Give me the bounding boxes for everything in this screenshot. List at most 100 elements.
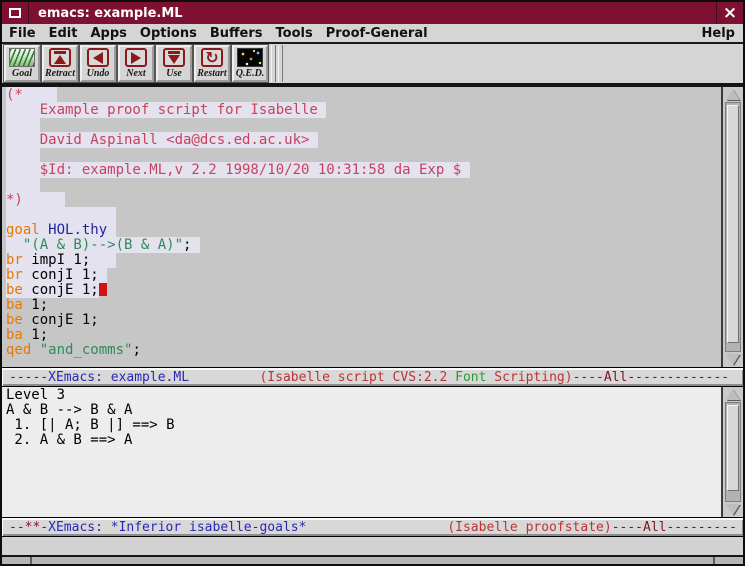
goals-line: 1. [| A; B |] ==> B <box>6 418 721 433</box>
script-line: ba 1; <box>6 328 721 343</box>
text-segment: 1; <box>23 327 48 343</box>
text-segment: HOL.thy <box>48 222 107 238</box>
xemacs-window: emacs: example.ML × File Edit Apps Options B… <box>0 0 745 566</box>
text-segment: --**- <box>9 520 48 535</box>
window-menu-icon <box>9 8 21 18</box>
script-line <box>6 178 721 193</box>
script-line: br impI 1; <box>6 253 721 268</box>
menu-item-help[interactable]: Help <box>702 26 735 41</box>
toolbar-button-restart[interactable]: ↻Restart <box>194 45 230 82</box>
scrollbar-track[interactable] <box>725 102 741 352</box>
toolbar-button-qed[interactable]: Q.E.D. <box>232 45 268 82</box>
toolbar-button-next[interactable]: Next <box>118 45 154 82</box>
toolbar-button-label: Next <box>126 68 145 79</box>
goals-scrollbar[interactable] <box>721 387 743 517</box>
menu-item-edit[interactable]: Edit <box>49 26 78 41</box>
line-text: "(A & B)-->(B & A)"; <box>6 237 200 253</box>
menu-item-tools[interactable]: Tools <box>276 26 313 41</box>
line-text: (* <box>6 87 57 103</box>
script-line <box>6 208 721 223</box>
text-segment <box>306 520 447 535</box>
echo-area[interactable] <box>2 537 743 555</box>
menu-bar: File Edit Apps Options Buffers Tools Proof-Gen… <box>2 24 743 44</box>
scrollbar-down-arrow-icon[interactable] <box>723 352 743 367</box>
line-text: qed "and_comms"; <box>6 342 141 358</box>
text-segment: (Isabelle proofstate) <box>447 520 611 535</box>
text-segment: ----All------------- <box>573 370 730 385</box>
scrollbar-up-arrow-icon[interactable] <box>723 387 743 402</box>
text-segment: conjI 1; <box>23 267 99 283</box>
script-line: *) <box>6 193 721 208</box>
scrollbar-thumb[interactable] <box>727 105 739 343</box>
use-icon <box>163 48 185 67</box>
toolbar-button-label: Retract <box>45 68 75 79</box>
window-resize-bar[interactable] <box>2 555 743 564</box>
text-segment: conjE 1; <box>23 282 99 298</box>
script-text-area[interactable]: (* Example proof script for Isabelle Dav… <box>2 88 721 367</box>
script-buffer-window[interactable]: (* Example proof script for Isabelle Dav… <box>2 87 743 367</box>
text-segment: br <box>6 267 23 283</box>
toolbar-button-label: Q.E.D. <box>236 68 265 79</box>
line-text: ba 1; <box>6 327 48 343</box>
text-segment: XEmacs: example.ML <box>48 370 189 385</box>
menubar-items: File Edit Apps Options Buffers Tools Proof-Gen… <box>2 26 428 41</box>
script-scrollbar[interactable] <box>721 87 743 367</box>
line-text: be conjE 1; <box>6 312 99 328</box>
menu-item-apps[interactable]: Apps <box>90 26 126 41</box>
menu-item-proof-general[interactable]: Proof-General <box>326 26 428 41</box>
line-text: ba 1; <box>6 297 48 313</box>
resize-handle-left[interactable] <box>30 557 32 564</box>
script-line: $Id: example.ML,v 2.2 1998/10/20 10:31:5… <box>6 163 721 178</box>
text-segment: $Id: example.ML,v 2.2 1998/10/20 10:31:5… <box>6 162 461 178</box>
toolbar-button-retract[interactable]: Retract <box>42 45 78 82</box>
text-segment: *) <box>6 192 23 208</box>
undo-icon <box>87 48 109 67</box>
toolbar-button-goal[interactable]: Goal <box>4 45 40 82</box>
text-segment: be <box>6 282 23 298</box>
goals-line: 2. A & B ==> A <box>6 433 721 448</box>
text-segment: conjE 1; <box>23 312 99 328</box>
text-segment: be <box>6 312 23 328</box>
script-line <box>6 118 721 133</box>
title-bar[interactable]: emacs: example.ML × <box>2 2 743 24</box>
line-text: be conjE 1; <box>6 282 99 298</box>
line-text <box>6 117 40 133</box>
window-menu-button[interactable] <box>2 2 29 24</box>
text-segment: David Aspinall <da@dcs.ed.ac.uk> <box>6 132 309 148</box>
script-line: be conjE 1; <box>6 313 721 328</box>
goals-text-area[interactable]: Level 3A & B --> B & A 1. [| A; B |] ==>… <box>2 388 721 517</box>
goals-mode-line[interactable]: --**-XEmacs: *Inferior isabelle-goals* (… <box>2 517 743 537</box>
toolbar-button-label: Restart <box>197 68 226 79</box>
toolbar-button-use[interactable]: Use <box>156 45 192 82</box>
text-segment: ----- <box>9 370 48 385</box>
menu-item-file[interactable]: File <box>9 26 36 41</box>
scrollbar-thumb[interactable] <box>727 405 739 491</box>
script-line: ba 1; <box>6 298 721 313</box>
toolbar: GoalRetractUndoNextUse↻RestartQ.E.D. <box>2 44 743 83</box>
text-segment: Font <box>455 370 486 385</box>
scrollbar-down-arrow-icon[interactable] <box>723 502 743 517</box>
menu-item-options[interactable]: Options <box>140 26 197 41</box>
line-text <box>6 147 40 163</box>
script-line: "(A & B)-->(B & A)"; <box>6 238 721 253</box>
text-segment: XEmacs: *Inferior isabelle-goals* <box>48 520 306 535</box>
text-segment <box>31 342 39 358</box>
goals-line: Level 3 <box>6 388 721 403</box>
script-line: qed "and_comms"; <box>6 343 721 358</box>
window-title: emacs: example.ML <box>29 6 183 21</box>
scrollbar-up-arrow-icon[interactable] <box>723 87 743 102</box>
toolbar-button-label: Goal <box>12 68 32 79</box>
toolbar-button-undo[interactable]: Undo <box>80 45 116 82</box>
goals-buffer-window[interactable]: Level 3A & B --> B & A 1. [| A; B |] ==>… <box>2 387 743 517</box>
text-segment: 1; <box>23 297 48 313</box>
resize-handle-right[interactable] <box>713 557 715 564</box>
script-mode-line[interactable]: -----XEmacs: example.ML (Isabelle script… <box>2 367 743 387</box>
script-line: (* <box>6 88 721 103</box>
text-segment: (* <box>6 87 23 103</box>
restart-icon: ↻ <box>201 48 223 67</box>
text-segment: (Isabelle script CVS:2.2 <box>259 370 455 385</box>
menu-item-buffers[interactable]: Buffers <box>210 26 263 41</box>
close-button[interactable]: × <box>716 2 743 24</box>
scrollbar-track[interactable] <box>725 402 741 502</box>
text-segment: Example proof script for Isabelle <box>6 102 318 118</box>
